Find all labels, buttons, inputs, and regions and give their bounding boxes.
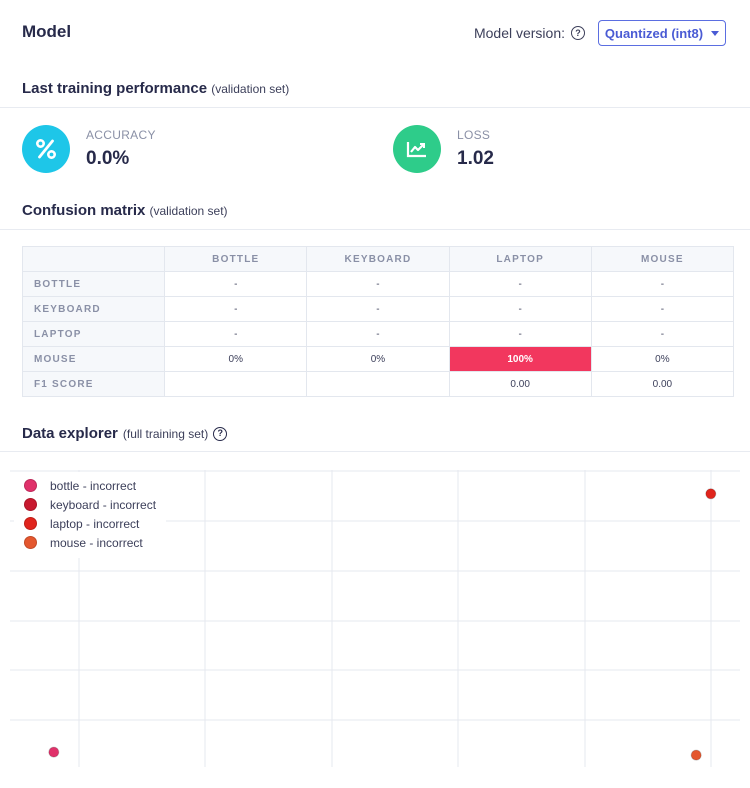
legend-label: mouse - incorrect bbox=[50, 535, 143, 550]
legend-item[interactable]: mouse - incorrect bbox=[24, 533, 156, 552]
legend-label: bottle - incorrect bbox=[50, 478, 137, 493]
divider bbox=[0, 229, 750, 230]
f1-cell: 0.00 bbox=[590, 371, 735, 397]
model-version-text: Model version: bbox=[473, 25, 565, 41]
matrix-cell: - bbox=[306, 321, 450, 347]
data-point[interactable] bbox=[690, 749, 702, 761]
matrix-cell: - bbox=[306, 296, 450, 322]
confusion-matrix-table: BOTTLE KEYBOARD LAPTOP MOUSE BOTTLE - - … bbox=[21, 246, 735, 397]
accuracy-label: ACCURACY bbox=[86, 128, 156, 142]
table-row-f1: F1 SCORE 0.00 0.00 bbox=[21, 371, 735, 397]
confusion-subtitle: (validation set) bbox=[149, 204, 228, 218]
table-row: MOUSE 0% 0% 100% 0% bbox=[21, 346, 735, 372]
confusion-section-title: Confusion matrix (validation set) bbox=[22, 202, 228, 219]
f1-cell bbox=[306, 371, 450, 397]
data-point[interactable] bbox=[48, 746, 60, 758]
matrix-cell: 0% bbox=[306, 346, 450, 372]
f1-cell: 0.00 bbox=[448, 371, 592, 397]
explorer-section-title: Data explorer (full training set) ? bbox=[22, 425, 228, 442]
table-row: BOTTLE - - - - bbox=[21, 271, 735, 297]
model-version-label: Model version: ? bbox=[474, 25, 585, 41]
legend-label: laptop - incorrect bbox=[50, 516, 140, 531]
chart-trend-icon-glyph bbox=[406, 142, 426, 158]
column-header: LAPTOP bbox=[448, 246, 592, 272]
f1-cell bbox=[164, 371, 308, 397]
matrix-cell: - bbox=[448, 296, 592, 322]
chart-trend-icon bbox=[393, 125, 441, 173]
percent-icon bbox=[22, 125, 70, 173]
accuracy-value: 0.0% bbox=[86, 148, 130, 169]
legend-dot bbox=[24, 479, 37, 492]
matrix-cell: - bbox=[590, 321, 735, 347]
matrix-cell: - bbox=[164, 271, 308, 297]
matrix-cell: - bbox=[164, 321, 308, 347]
table-header-row: BOTTLE KEYBOARD LAPTOP MOUSE bbox=[21, 246, 735, 272]
explorer-subtitle: (full training set) bbox=[122, 426, 209, 441]
help-icon[interactable]: ? bbox=[571, 26, 585, 40]
header-corner-cell bbox=[21, 246, 166, 272]
legend-dot bbox=[24, 536, 37, 549]
matrix-cell: - bbox=[590, 271, 735, 297]
legend-item[interactable]: keyboard - incorrect bbox=[24, 495, 156, 514]
explorer-title: Data explorer bbox=[22, 425, 118, 442]
training-subtitle: (validation set) bbox=[211, 82, 290, 96]
loss-label: LOSS bbox=[457, 128, 491, 142]
legend-item[interactable]: laptop - incorrect bbox=[24, 514, 156, 533]
row-header: LAPTOP bbox=[21, 321, 166, 347]
matrix-cell: - bbox=[590, 296, 735, 322]
plot-legend: bottle - incorrect keyboard - incorrect … bbox=[14, 472, 167, 558]
percent-icon-glyph bbox=[35, 138, 57, 160]
table-row: LAPTOP - - - - bbox=[21, 321, 735, 347]
page-title: Model bbox=[22, 22, 72, 41]
help-icon[interactable]: ? bbox=[213, 426, 228, 441]
row-header: BOTTLE bbox=[21, 271, 166, 297]
matrix-cell-highlight: 100% bbox=[448, 346, 592, 372]
column-header: MOUSE bbox=[590, 246, 735, 272]
legend-item[interactable]: bottle - incorrect bbox=[24, 476, 156, 495]
matrix-cell: - bbox=[164, 296, 308, 322]
divider bbox=[0, 107, 750, 108]
confusion-title: Confusion matrix bbox=[22, 202, 146, 219]
matrix-cell: 0% bbox=[590, 346, 735, 372]
model-version-value: Quantized (int8) bbox=[604, 25, 704, 41]
training-section-title: Last training performance (validation se… bbox=[22, 80, 289, 97]
row-header: MOUSE bbox=[21, 346, 166, 372]
matrix-cell: 0% bbox=[164, 346, 308, 372]
model-version-select[interactable]: Quantized (int8) bbox=[598, 20, 726, 46]
legend-dot bbox=[24, 517, 37, 530]
data-point[interactable] bbox=[705, 488, 717, 500]
table-row: KEYBOARD - - - - bbox=[21, 296, 735, 322]
matrix-cell: - bbox=[448, 271, 592, 297]
loss-value: 1.02 bbox=[457, 148, 494, 169]
legend-dot bbox=[24, 498, 37, 511]
row-header: F1 SCORE bbox=[21, 371, 166, 397]
row-header: KEYBOARD bbox=[21, 296, 166, 322]
legend-label: keyboard - incorrect bbox=[50, 497, 157, 512]
column-header: KEYBOARD bbox=[306, 246, 450, 272]
training-title: Last training performance bbox=[22, 80, 208, 97]
divider bbox=[0, 451, 750, 452]
matrix-cell: - bbox=[306, 271, 450, 297]
chevron-down-icon bbox=[711, 30, 720, 36]
matrix-cell: - bbox=[448, 321, 592, 347]
column-header: BOTTLE bbox=[164, 246, 308, 272]
